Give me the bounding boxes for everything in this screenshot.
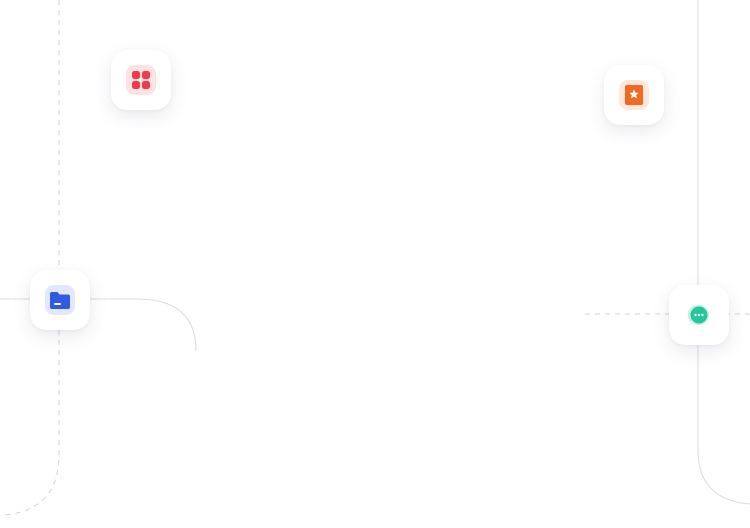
apps-badge <box>126 65 156 95</box>
folder-integration-tile[interactable] <box>30 270 90 330</box>
folder-badge <box>45 285 75 315</box>
chat-bubble-icon <box>688 304 709 325</box>
bookmark-integration-tile[interactable] <box>604 65 664 125</box>
connector-right-vertical <box>697 0 750 505</box>
chat-integration-tile[interactable] <box>669 285 729 345</box>
connector-left-vertical <box>3 0 60 516</box>
chat-badge <box>684 300 714 330</box>
folder-icon <box>50 291 70 309</box>
integration-canvas <box>0 0 750 528</box>
bookmark-badge <box>619 80 649 110</box>
star-bookmark-icon <box>625 85 643 105</box>
apps-integration-tile[interactable] <box>111 50 171 110</box>
apps-grid-icon <box>132 71 150 89</box>
